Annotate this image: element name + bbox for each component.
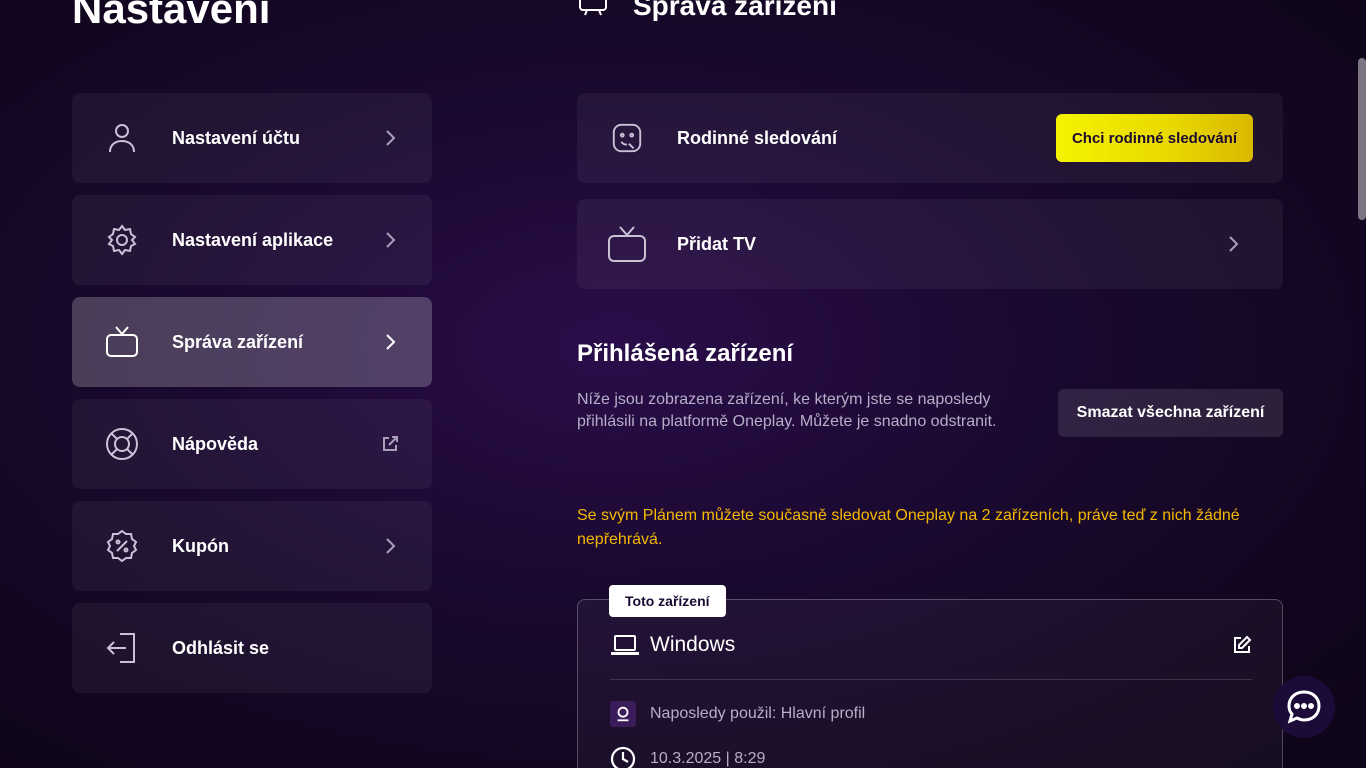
profile-avatar-icon [610,701,636,727]
chevron-right-icon [380,128,400,148]
device-last-used: Naposledy použil: Hlavní profil [610,701,865,727]
logged-devices-description: Níže jsou zobrazena zařízení, ke kterým … [577,391,997,430]
sidebar-item-device-management[interactable]: Správa zařízení [72,297,432,387]
main-title: Správa zařízení [633,0,837,21]
tv-icon [102,322,142,362]
logged-devices-title: Přihlášená zařízení [577,340,794,367]
family-face-icon [607,118,647,158]
family-watching-button[interactable]: Chci rodinné sledování [1055,114,1253,162]
logout-icon [102,628,142,668]
chat-icon [1287,690,1321,724]
family-watching-label: Rodinné sledování [677,127,838,148]
section-heading: Správa zařízení [577,0,837,28]
clock-icon [610,746,636,768]
concurrent-streams-warning: Se svým Plánem můžete současně sledovat … [577,507,1240,548]
page-title: Nastavení [72,0,271,32]
delete-all-devices-button[interactable]: Smazat všechna zařízení [1058,389,1283,437]
settings-sidebar: Nastavení účtu Nastavení aplikace Správa… [72,93,432,705]
external-link-icon [380,434,400,454]
device-datetime-text: 10.3.2025 | 8:29 [650,750,766,767]
divider [610,679,1252,680]
chevron-right-icon [380,536,400,556]
sidebar-item-logout[interactable]: Odhlásit se [72,603,432,693]
user-icon [102,118,142,158]
coupon-icon [102,526,142,566]
tv-icon [607,224,647,264]
laptop-icon [611,635,639,655]
sidebar-item-label: Odhlásit se [172,637,270,658]
device-name: Windows [650,633,736,656]
device-datetime: 10.3.2025 | 8:29 [610,746,765,768]
tv-icon [579,0,607,16]
lifebuoy-icon [102,424,142,464]
sidebar-item-label: Nápověda [172,433,259,454]
gear-icon [102,220,142,260]
add-tv-label: Přidat TV [677,233,757,254]
add-tv-card[interactable]: Přidat TV [577,199,1283,289]
chevron-right-icon [1223,234,1243,254]
sidebar-item-label: Nastavení aplikace [172,229,334,250]
sidebar-item-label: Kupón [172,535,229,556]
chevron-right-icon [380,230,400,250]
family-watching-card: Rodinné sledování Chci rodinné sledování [577,93,1283,183]
device-last-used-text: Naposledy použil: Hlavní profil [650,705,866,722]
chat-button[interactable] [1273,676,1335,738]
scrollbar[interactable] [1358,58,1366,220]
sidebar-item-label: Nastavení účtu [172,127,301,148]
chevron-right-icon [380,332,400,352]
sidebar-item-label: Správa zařízení [172,331,304,352]
edit-icon[interactable] [1232,635,1252,655]
this-device-badge: Toto zařízení [609,585,726,617]
sidebar-item-coupon[interactable]: Kupón [72,501,432,591]
device-card: Windows Naposledy použil: Hlavní profil … [577,599,1283,768]
sidebar-item-app-settings[interactable]: Nastavení aplikace [72,195,432,285]
sidebar-item-account[interactable]: Nastavení účtu [72,93,432,183]
sidebar-item-help[interactable]: Nápověda [72,399,432,489]
